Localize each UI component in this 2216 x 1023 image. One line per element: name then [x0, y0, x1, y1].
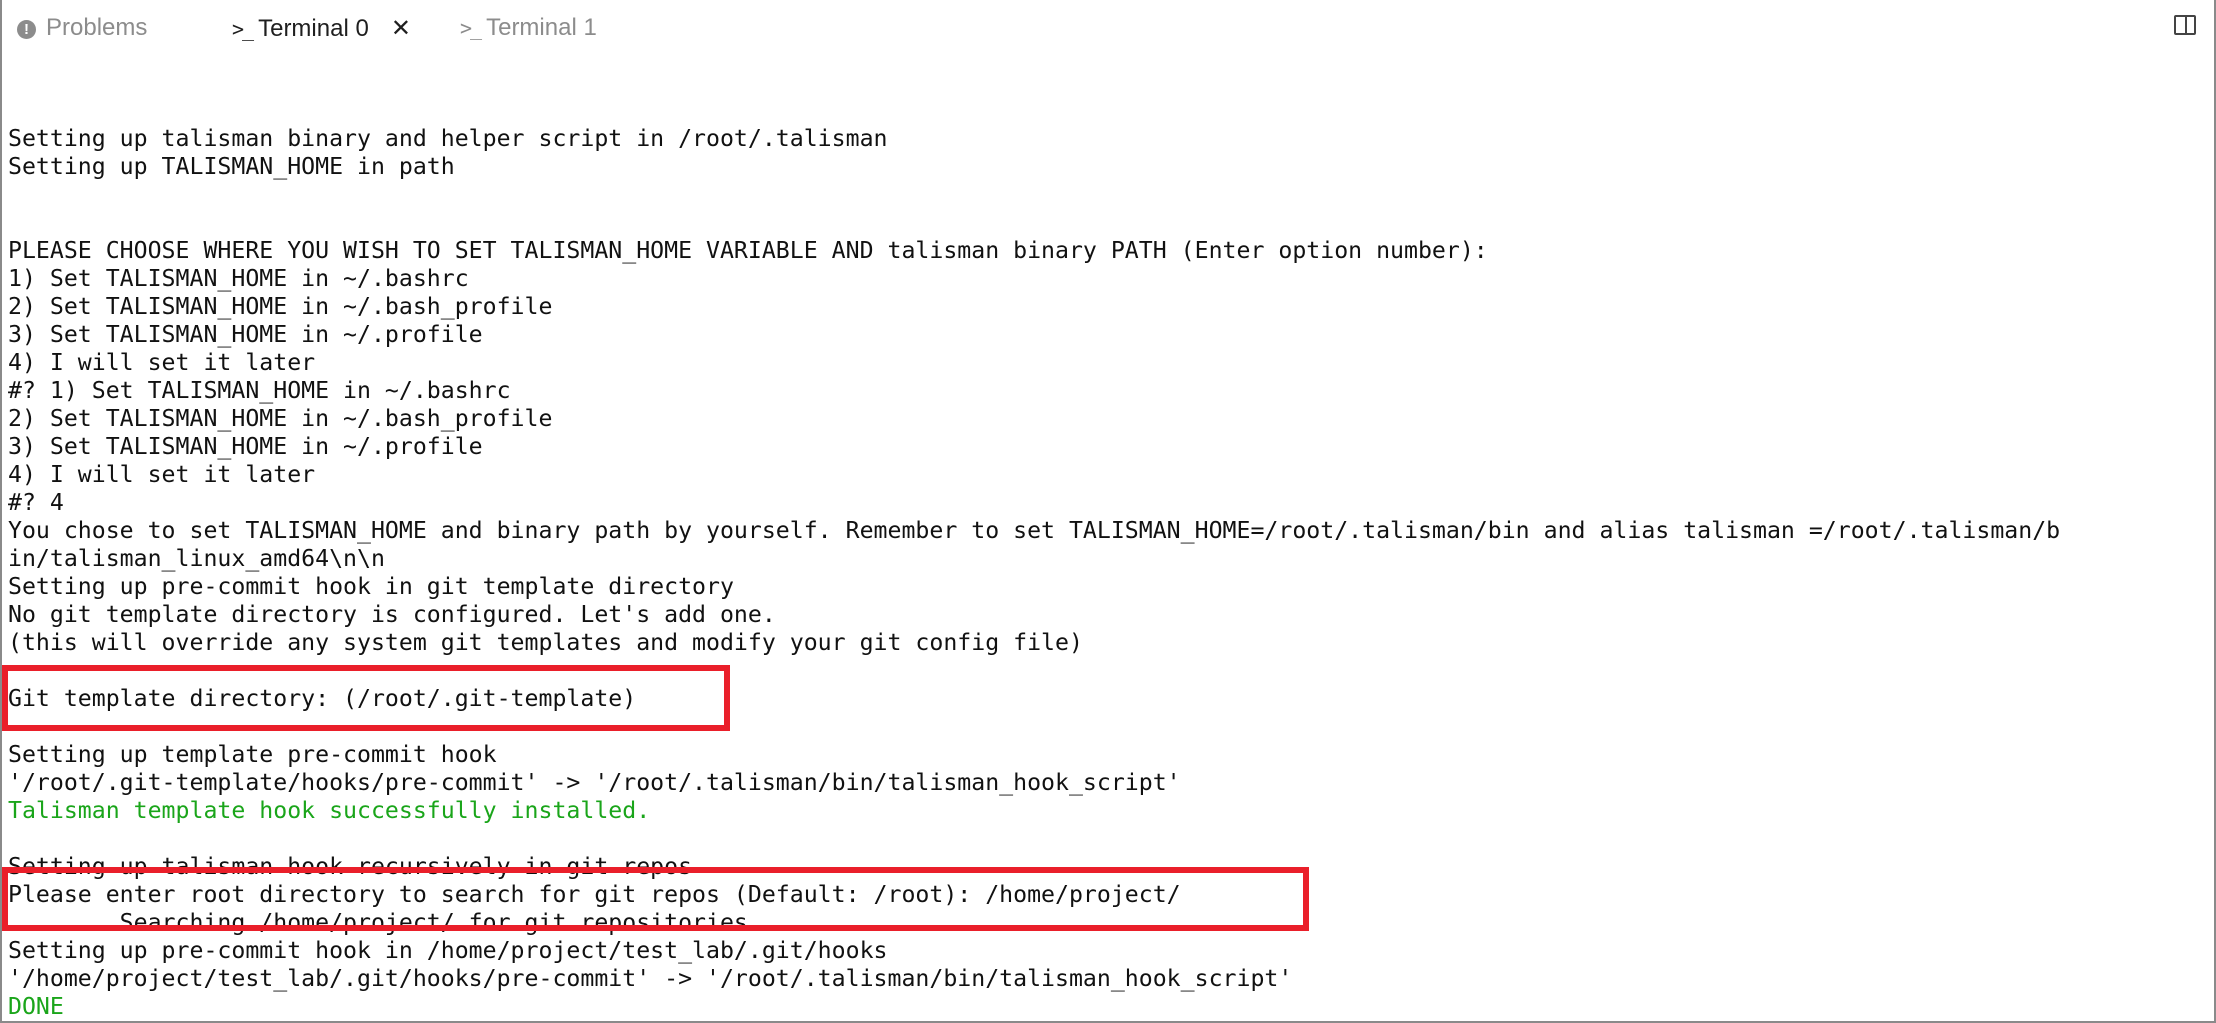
terminal-line: Setting up pre-commit hook in /home/proj…	[8, 937, 888, 964]
terminal-line: 1) Set TALISMAN_HOME in ~/.bashrc	[8, 265, 469, 292]
terminal-line: 3) Set TALISMAN_HOME in ~/.profile	[8, 321, 483, 348]
warning-circle-icon: !	[17, 20, 36, 39]
terminal-line: You chose to set TALISMAN_HOME and binar…	[8, 517, 2061, 544]
terminal-line: PLEASE CHOOSE WHERE YOU WISH TO SET TALI…	[8, 237, 1488, 264]
tab-terminal-0-label: Terminal 0	[258, 15, 369, 42]
terminal-line: '/home/project/test_lab/.git/hooks/pre-c…	[8, 965, 1293, 992]
panel-tab-bar: ! Problems >_ Terminal 0 ✕ >_ Terminal 1	[2, 0, 2214, 56]
close-icon[interactable]: ✕	[391, 14, 411, 42]
terminal-line: Setting up pre-commit hook in git templa…	[8, 573, 734, 600]
terminal-line: in/talisman_linux_amd64\n\n	[8, 545, 385, 572]
terminal-line: Git template directory: (/root/.git-temp…	[8, 685, 637, 712]
tab-terminal-1-label: Terminal 1	[486, 14, 597, 41]
terminal-line: Setting up template pre-commit hook	[8, 741, 497, 768]
tab-terminal-1[interactable]: >_ Terminal 1	[460, 12, 597, 44]
terminal-line: 2) Set TALISMAN_HOME in ~/.bash_profile	[8, 405, 553, 432]
terminal-line-done: DONE	[8, 993, 64, 1020]
terminal-line: Setting up TALISMAN_HOME in path	[8, 153, 455, 180]
tab-problems[interactable]: ! Problems	[17, 12, 147, 44]
terminal-line: 4) I will set it later	[8, 349, 316, 376]
terminal-prompt-icon: >_	[460, 16, 482, 40]
terminal-output[interactable]: Setting up talisman binary and helper sc…	[8, 125, 2208, 1021]
terminal-prompt-icon: >_	[232, 17, 254, 41]
terminal-line: (this will override any system git templ…	[8, 629, 1083, 656]
tab-terminal-0[interactable]: >_ Terminal 0 ✕	[232, 12, 411, 44]
split-panel-icon[interactable]	[2174, 15, 2196, 35]
terminal-line: Searching /home/project/ for git reposit…	[8, 909, 748, 936]
tab-problems-label: Problems	[46, 14, 148, 41]
terminal-line: No git template directory is configured.…	[8, 601, 776, 628]
terminal-line: #? 1) Set TALISMAN_HOME in ~/.bashrc	[8, 377, 511, 404]
terminal-line: '/root/.git-template/hooks/pre-commit' -…	[8, 769, 1181, 796]
terminal-panel: ! Problems >_ Terminal 0 ✕ >_ Terminal 1 Set…	[0, 0, 2216, 1023]
terminal-line: 2) Set TALISMAN_HOME in ~/.bash_profile	[8, 293, 553, 320]
terminal-line: Setting up talisman binary and helper sc…	[8, 125, 888, 152]
terminal-line: #? 4	[8, 489, 64, 516]
terminal-line: 4) I will set it later	[8, 461, 316, 488]
terminal-line: 3) Set TALISMAN_HOME in ~/.profile	[8, 433, 483, 460]
terminal-line: Please enter root directory to search fo…	[8, 881, 1181, 908]
terminal-line: Setting up talisman hook recursively in …	[8, 853, 693, 880]
terminal-line-success: Talisman template hook successfully inst…	[8, 797, 651, 824]
